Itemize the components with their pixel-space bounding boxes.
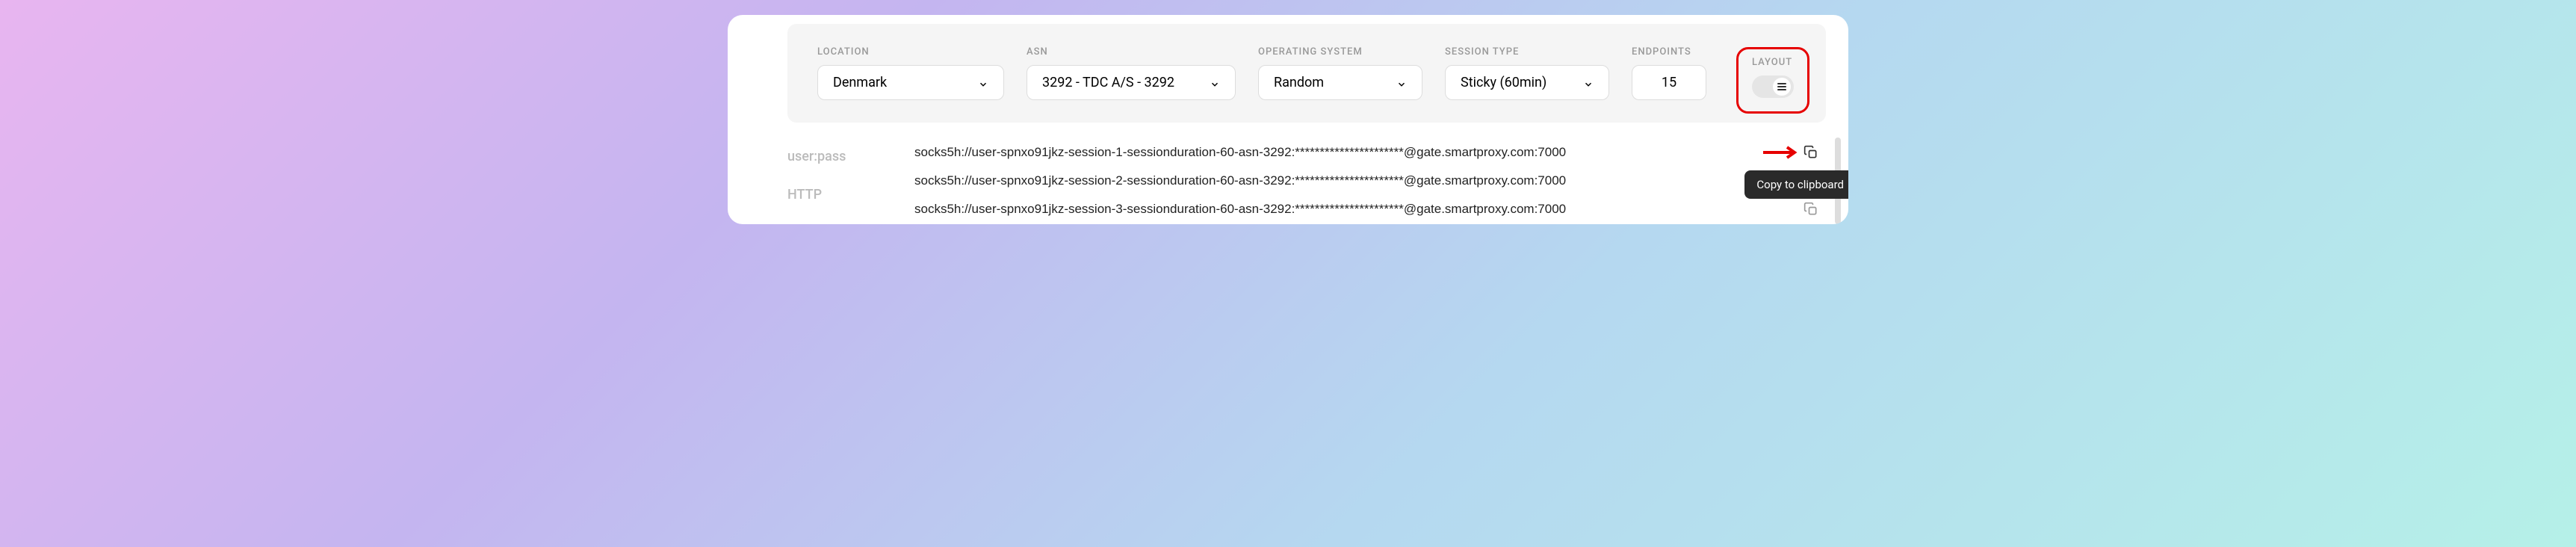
os-label: OPERATING SYSTEM [1258, 46, 1422, 58]
proxy-config-window: LOCATION Denmark ASN 3292 - TDC A/S - 32… [728, 15, 1848, 224]
endpoint-row: socks5h://user-spnxo91jkz-session-1-sess… [914, 145, 1818, 160]
endpoint-row: socks5h://user-spnxo91jkz-session-3-sess… [914, 202, 1818, 217]
chevron-down-icon [1583, 78, 1594, 88]
copy-area: Copy to clipboard [1762, 145, 1818, 160]
os-filter-group: OPERATING SYSTEM Random [1258, 46, 1422, 100]
endpoints-filter-group: ENDPOINTS [1632, 46, 1706, 100]
endpoints-label: ENDPOINTS [1632, 46, 1706, 58]
filter-bar: LOCATION Denmark ASN 3292 - TDC A/S - 32… [787, 24, 1826, 123]
copy-icon[interactable] [1803, 145, 1818, 160]
hamburger-icon [1777, 83, 1786, 90]
session-dropdown[interactable]: Sticky (60min) [1445, 65, 1609, 100]
location-dropdown[interactable]: Denmark [817, 65, 1004, 100]
endpoint-text: socks5h://user-spnxo91jkz-session-1-sess… [914, 145, 1566, 160]
layout-label: LAYOUT [1752, 57, 1794, 68]
location-filter-group: LOCATION Denmark [817, 46, 1004, 100]
content-area: user:pass HTTP socks5h://user-spnxo91jkz… [728, 137, 1848, 224]
endpoint-row: socks5h://user-spnxo91jkz-session-2-sess… [914, 173, 1818, 188]
layout-highlight-annotation: LAYOUT [1736, 47, 1809, 114]
asn-filter-group: ASN 3292 - TDC A/S - 3292 [1027, 46, 1236, 100]
endpoints-input[interactable] [1632, 65, 1706, 100]
location-value: Denmark [833, 75, 887, 90]
asn-dropdown[interactable]: 3292 - TDC A/S - 3292 [1027, 65, 1236, 100]
asn-label: ASN [1027, 46, 1236, 58]
arrow-annotation-icon [1762, 145, 1799, 160]
chevron-down-icon [978, 78, 988, 88]
copy-tooltip: Copy to clipboard [1744, 170, 1848, 199]
session-value: Sticky (60min) [1461, 75, 1546, 90]
copy-area [1803, 202, 1818, 217]
session-label: SESSION TYPE [1445, 46, 1609, 58]
os-dropdown[interactable]: Random [1258, 65, 1422, 100]
format-sidebar: user:pass HTTP [787, 145, 870, 217]
session-filter-group: SESSION TYPE Sticky (60min) [1445, 46, 1609, 100]
endpoint-list: socks5h://user-spnxo91jkz-session-1-sess… [914, 145, 1818, 217]
endpoint-text: socks5h://user-spnxo91jkz-session-3-sess… [914, 202, 1566, 217]
chevron-down-icon [1396, 78, 1407, 88]
copy-icon[interactable] [1803, 202, 1818, 217]
asn-value: 3292 - TDC A/S - 3292 [1042, 75, 1174, 90]
layout-toggle[interactable] [1752, 75, 1794, 98]
layout-filter-group: LAYOUT [1750, 55, 1796, 100]
sidebar-item-userpass[interactable]: user:pass [787, 149, 870, 164]
sidebar-item-http[interactable]: HTTP [787, 187, 870, 203]
os-value: Random [1274, 75, 1324, 90]
location-label: LOCATION [817, 46, 1004, 58]
endpoint-text: socks5h://user-spnxo91jkz-session-2-sess… [914, 173, 1566, 188]
chevron-down-icon [1210, 78, 1220, 88]
toggle-knob [1773, 78, 1791, 96]
